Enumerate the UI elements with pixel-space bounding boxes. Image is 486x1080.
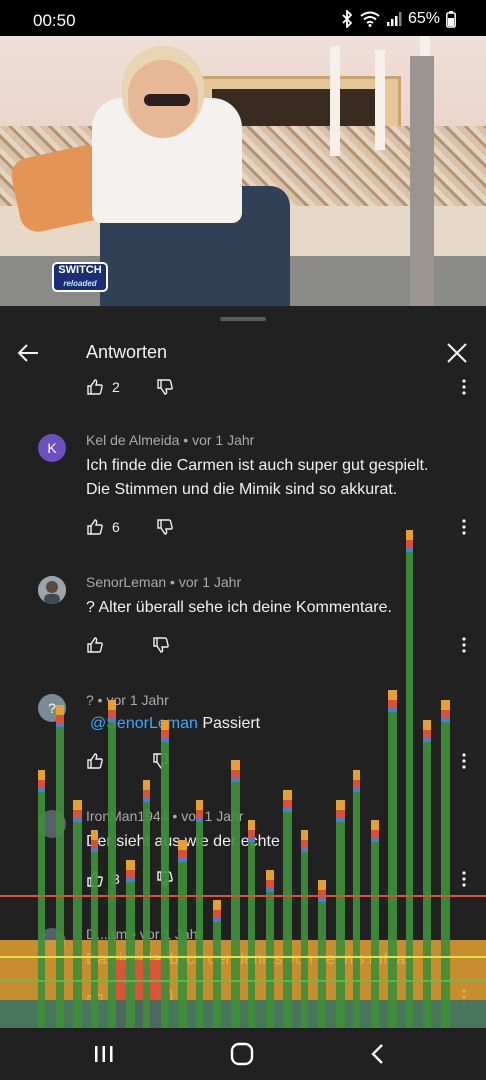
close-icon [447, 343, 467, 363]
comment-author[interactable]: SenorLeman [86, 574, 166, 590]
status-icons: 65% [340, 10, 456, 28]
more-options-button[interactable] [456, 634, 472, 656]
thumbs-down-icon [157, 871, 173, 887]
comment-text: @SenorLeman Passiert [90, 715, 261, 732]
avatar[interactable] [38, 576, 66, 604]
comment-meta: SenorLeman • vor 1 Jahr [86, 574, 242, 590]
close-button[interactable] [440, 336, 474, 370]
like-button[interactable] [86, 752, 104, 770]
video-player[interactable]: SWITCH reloaded [0, 36, 486, 306]
thumbs-up-icon [87, 637, 103, 653]
recent-apps-button[interactable] [84, 1036, 124, 1072]
back-button[interactable] [12, 336, 46, 370]
comment-author[interactable]: ? [86, 692, 94, 708]
battery-percent: 65% [407, 10, 440, 27]
dislike-button[interactable] [152, 636, 170, 654]
more-vert-icon [462, 871, 466, 887]
comment-text: Der sieht aus wie der echte [86, 833, 280, 850]
comment-author[interactable]: D...am [86, 926, 127, 942]
dislike-button[interactable] [156, 378, 174, 396]
replies-panel: Antworten 2 K Kel de Almeida • vor 1 Jah… [0, 306, 486, 1080]
comment-meta: IronMan1944 • vor 1 Jahr [86, 808, 244, 824]
comment-text: ? Alter überall sehe ich deine Kommentar… [86, 599, 392, 616]
thumbs-up-icon [87, 519, 103, 535]
like-button[interactable]: 3 [86, 870, 120, 888]
comment-time: vor 1 Jahr [106, 692, 169, 708]
thumbs-down-icon [153, 753, 169, 769]
drag-handle[interactable] [220, 317, 266, 321]
thumbs-down-icon [153, 637, 169, 653]
comment-author[interactable]: IronMan1944 [86, 808, 169, 824]
more-vert-icon [462, 519, 466, 535]
like-button[interactable] [86, 636, 104, 654]
comment-meta: D...am • vor 1 Jahr [86, 926, 203, 942]
like-button[interactable]: 2 [86, 378, 120, 396]
thumbs-up-icon [87, 989, 103, 1005]
wifi-icon [360, 11, 380, 27]
status-bar: 00:50 65% [0, 0, 486, 36]
home-button[interactable] [222, 1036, 262, 1072]
more-options-button[interactable] [456, 986, 472, 1008]
avatar[interactable]: K [38, 434, 66, 462]
thumbs-up-icon [87, 753, 103, 769]
more-vert-icon [462, 379, 466, 395]
avatar[interactable] [38, 928, 66, 956]
more-vert-icon [462, 637, 466, 653]
arrow-left-icon [17, 344, 38, 362]
dislike-button[interactable] [152, 752, 170, 770]
thumbs-up-icon [87, 379, 103, 395]
home-icon [230, 1042, 254, 1066]
recent-apps-icon [95, 1046, 113, 1062]
dislike-button[interactable] [156, 988, 174, 1006]
comment-meta: Kel de Almeida • vor 1 Jahr [86, 432, 255, 448]
thumbs-up-icon [87, 871, 103, 887]
thumbs-down-icon [157, 519, 173, 535]
comment-text: Das ist glaub ich der dennis von dennis … [86, 951, 415, 968]
replies-header: Antworten [0, 328, 486, 384]
bluetooth-icon [342, 10, 353, 28]
comment-author[interactable]: Kel de Almeida [86, 432, 179, 448]
comment-time: vor 1 Jahr [178, 574, 242, 590]
signal-icon [386, 12, 402, 26]
more-vert-icon [462, 753, 466, 769]
thumbs-down-icon [157, 989, 173, 1005]
comment-time: vor 1 Jahr [181, 808, 244, 824]
more-options-button[interactable] [456, 376, 472, 398]
user-photo-icon [38, 576, 66, 604]
page-title: Antworten [86, 342, 168, 362]
back-icon [371, 1044, 383, 1064]
battery-icon [446, 10, 456, 28]
dislike-button[interactable] [156, 518, 174, 536]
nav-back-button[interactable] [358, 1036, 398, 1072]
thumbs-down-icon [157, 379, 173, 395]
like-button[interactable]: 1 [86, 988, 120, 1006]
comment-time: vor 1 Jahr [139, 926, 203, 942]
more-vert-icon [462, 989, 466, 1005]
comment-time: vor 1 Jahr [192, 432, 255, 448]
comment-text: Ich finde die Carmen ist auch super gut … [86, 457, 429, 498]
avatar[interactable] [38, 810, 66, 838]
more-options-button[interactable] [456, 750, 472, 772]
channel-logo: SWITCH reloaded [52, 262, 108, 292]
more-options-button[interactable] [456, 868, 472, 890]
avatar[interactable]: ? [38, 694, 66, 722]
mention-link[interactable]: @SenorLeman [90, 715, 198, 732]
comment-meta: ? • vor 1 Jahr [86, 692, 169, 708]
more-options-button[interactable] [456, 516, 472, 538]
like-button[interactable]: 6 [86, 518, 120, 536]
dislike-button[interactable] [156, 870, 174, 888]
status-time: 00:50 [33, 11, 76, 30]
system-nav-bar [0, 1028, 486, 1080]
